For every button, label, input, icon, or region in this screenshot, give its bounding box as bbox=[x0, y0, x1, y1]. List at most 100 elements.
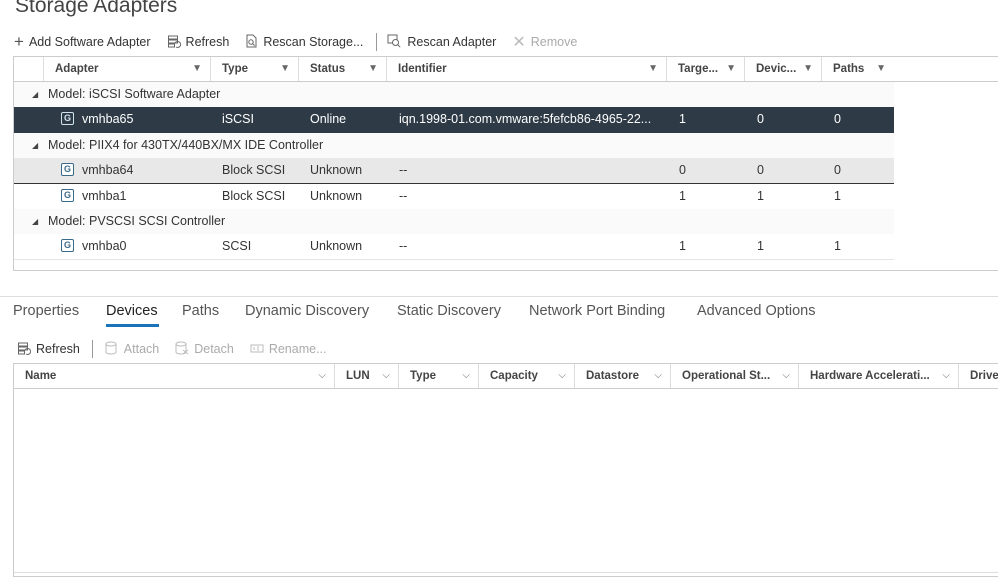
column-header-identifier[interactable]: Identifier ▼ bbox=[386, 57, 666, 81]
chevron-down-icon[interactable]: ⌵ bbox=[318, 364, 326, 388]
rename-button[interactable]: Rename... bbox=[250, 341, 327, 358]
remove-button[interactable]: ✕ Remove bbox=[512, 32, 577, 52]
identifier-cell: -- bbox=[399, 163, 408, 177]
identifier-cell: -- bbox=[399, 239, 408, 253]
devices-toolbar: Refresh Attach Detach Rename... bbox=[17, 340, 343, 358]
column-label: Status bbox=[310, 63, 346, 75]
rescan-adapter-button[interactable]: Rescan Adapter bbox=[387, 34, 496, 51]
column-label: Drive bbox=[970, 370, 998, 382]
column-header-datastore[interactable]: Datastore ⌵ bbox=[574, 364, 670, 388]
filter-icon[interactable]: ▼ bbox=[803, 57, 813, 81]
collapse-caret-icon[interactable]: ◢ bbox=[32, 82, 38, 107]
rescan-storage-icon bbox=[245, 34, 258, 51]
type-cell: SCSI bbox=[222, 239, 252, 253]
adapter-icon: G bbox=[61, 112, 74, 125]
filter-icon[interactable]: ▼ bbox=[280, 57, 290, 81]
adapter-icon: G bbox=[61, 239, 74, 252]
column-header-targets[interactable]: Targe... ▼ bbox=[666, 57, 744, 81]
active-tab-indicator bbox=[106, 324, 159, 327]
table-row[interactable]: G vmhba65 iSCSI Online iqn.1998-01.com.v… bbox=[14, 107, 894, 133]
column-header-drive[interactable]: Drive bbox=[958, 364, 998, 388]
column-label: Hardware Accelerati... bbox=[810, 370, 930, 382]
paths-cell: 1 bbox=[834, 189, 841, 203]
attach-button[interactable]: Attach bbox=[105, 341, 159, 358]
column-label: Type bbox=[222, 63, 248, 75]
column-header-devices[interactable]: Devic... ▼ bbox=[744, 57, 821, 81]
tab-advanced-options[interactable]: Advanced Options bbox=[697, 303, 816, 319]
chevron-down-icon[interactable]: ⌵ bbox=[462, 364, 470, 388]
toolbar-divider bbox=[91, 340, 93, 358]
filter-icon[interactable]: ▼ bbox=[648, 57, 658, 81]
page-title: Storage Adapters bbox=[15, 0, 178, 17]
rescan-storage-button[interactable]: Rescan Storage... bbox=[245, 34, 363, 51]
tab-network-port-binding[interactable]: Network Port Binding bbox=[529, 303, 665, 319]
filter-icon[interactable]: ▼ bbox=[726, 57, 736, 81]
column-header-adapter[interactable]: Adapter ▼ bbox=[43, 57, 210, 81]
group-row[interactable]: ◢ Model: PIIX4 for 430TX/440BX/MX IDE Co… bbox=[14, 133, 894, 159]
attach-label: Attach bbox=[123, 342, 160, 356]
type-cell: Block SCSI bbox=[222, 163, 286, 177]
filter-icon[interactable]: ▼ bbox=[192, 57, 202, 81]
column-header-type[interactable]: Type ▼ bbox=[210, 57, 298, 81]
tab-devices[interactable]: Devices bbox=[106, 303, 158, 319]
add-software-adapter-button[interactable]: + Add Software Adapter bbox=[14, 33, 151, 50]
group-row[interactable]: ◢ Model: PVSCSI SCSI Controller bbox=[14, 209, 894, 235]
tab-static-discovery[interactable]: Static Discovery bbox=[397, 303, 501, 319]
type-cell: iSCSI bbox=[222, 112, 254, 126]
paths-cell: 0 bbox=[834, 163, 841, 177]
column-label: Adapter bbox=[55, 63, 99, 75]
adapter-cell: vmhba0 bbox=[82, 239, 127, 253]
table-row[interactable]: G vmhba64 Block SCSI Unknown -- 0 0 0 bbox=[14, 158, 894, 184]
column-header-name[interactable]: Name ⌵ bbox=[14, 364, 334, 388]
detach-icon bbox=[175, 341, 189, 358]
chevron-down-icon[interactable]: ⌵ bbox=[382, 364, 390, 388]
collapse-caret-icon[interactable]: ◢ bbox=[32, 133, 38, 158]
filter-icon[interactable]: ▼ bbox=[368, 57, 378, 81]
close-icon: ✕ bbox=[512, 34, 526, 51]
column-header-operational-state[interactable]: Operational St... ⌵ bbox=[670, 364, 798, 388]
chevron-down-icon[interactable]: ⌵ bbox=[942, 364, 950, 388]
refresh-button[interactable]: Refresh bbox=[167, 34, 229, 51]
column-header-lun[interactable]: LUN ⌵ bbox=[334, 364, 398, 388]
targets-cell: 1 bbox=[679, 112, 686, 126]
chevron-down-icon[interactable]: ⌵ bbox=[558, 364, 566, 388]
collapse-caret-icon[interactable]: ◢ bbox=[32, 209, 38, 234]
devices-refresh-button[interactable]: Refresh bbox=[17, 341, 80, 358]
table-row[interactable]: G vmhba1 Block SCSI Unknown -- 1 1 1 bbox=[14, 184, 894, 210]
filter-icon[interactable]: ▼ bbox=[876, 57, 886, 81]
tab-paths[interactable]: Paths bbox=[182, 303, 219, 319]
column-header-type[interactable]: Type ⌵ bbox=[398, 364, 478, 388]
column-header-hardware-acceleration[interactable]: Hardware Accelerati... ⌵ bbox=[798, 364, 958, 388]
chevron-down-icon[interactable]: ⌵ bbox=[654, 364, 662, 388]
adapter-cell: vmhba64 bbox=[82, 163, 134, 177]
chevron-down-icon[interactable]: ⌵ bbox=[782, 364, 790, 388]
table-header: Adapter ▼ Type ▼ Status ▼ Identifier ▼ Targe… bbox=[14, 57, 998, 82]
column-header-paths[interactable]: Paths ▼ bbox=[821, 57, 894, 81]
group-label: Model: iSCSI Software Adapter bbox=[48, 87, 221, 101]
adapter-icon: G bbox=[61, 163, 74, 176]
toolbar-divider bbox=[376, 33, 378, 51]
header-spacer bbox=[14, 57, 44, 81]
column-label: LUN bbox=[346, 370, 370, 382]
column-label: Devic... bbox=[756, 63, 797, 75]
detach-button[interactable]: Detach bbox=[175, 341, 234, 358]
devices-cell: 0 bbox=[757, 112, 764, 126]
rescan-adapter-icon bbox=[387, 34, 402, 51]
column-header-status[interactable]: Status ▼ bbox=[298, 57, 386, 81]
devices-cell: 1 bbox=[757, 239, 764, 253]
rename-label: Rename... bbox=[268, 342, 327, 356]
tab-dynamic-discovery[interactable]: Dynamic Discovery bbox=[245, 303, 369, 319]
devices-cell: 1 bbox=[757, 189, 764, 203]
table-row[interactable]: G vmhba0 SCSI Unknown -- 1 1 1 bbox=[14, 234, 894, 260]
identifier-cell: -- bbox=[399, 189, 408, 203]
group-row[interactable]: ◢ Model: iSCSI Software Adapter bbox=[14, 82, 894, 108]
refresh-icon bbox=[167, 34, 181, 51]
targets-cell: 0 bbox=[679, 163, 686, 177]
tab-properties[interactable]: Properties bbox=[13, 303, 79, 319]
targets-cell: 1 bbox=[679, 189, 686, 203]
status-cell: Unknown bbox=[310, 239, 363, 253]
details-tabs: Properties Devices Paths Dynamic Discove… bbox=[0, 296, 998, 331]
adapter-icon: G bbox=[61, 189, 74, 202]
column-header-capacity[interactable]: Capacity ⌵ bbox=[478, 364, 574, 388]
status-cell: Unknown bbox=[310, 163, 363, 177]
